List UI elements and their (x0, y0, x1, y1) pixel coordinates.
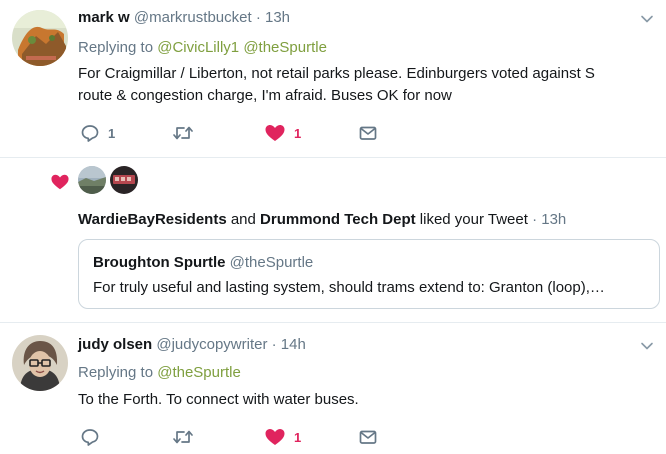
author-name[interactable]: mark w (78, 9, 130, 26)
timestamp[interactable]: 14h (281, 336, 306, 353)
tweet-actions: 1 (78, 427, 398, 447)
tweet-text-line: route & congestion charge, I'm afraid. B… (78, 87, 452, 104)
avatar[interactable] (78, 166, 106, 194)
message-icon (359, 430, 377, 444)
retweet-icon (173, 430, 193, 444)
message-icon (359, 126, 377, 140)
tweet[interactable]: judy olsen @judycopywriter · 14h Replyin… (0, 323, 666, 454)
message-button[interactable] (358, 123, 378, 143)
like-button[interactable]: 1 (264, 427, 301, 447)
retweet-button[interactable] (172, 123, 202, 143)
quoted-tweet[interactable]: Broughton Spurtle @theSpurtle For truly … (78, 239, 660, 309)
liker-name[interactable]: Drummond Tech Dept (260, 211, 416, 228)
notification-text: WardieBayResidents and Drummond Tech Dep… (78, 210, 566, 230)
separator-dot: · (271, 336, 277, 353)
reply-icon (81, 125, 99, 142)
avatar[interactable] (12, 335, 68, 391)
like-count: 1 (294, 429, 302, 445)
tweet-text: For Craigmillar / Liberton, not retail p… (78, 63, 648, 107)
tweet-actions: 1 1 (78, 123, 398, 143)
reply-icon (81, 429, 99, 446)
tweet[interactable]: mark w @markrustbucket · 13h Replying to… (0, 0, 666, 157)
like-count: 1 (294, 125, 302, 141)
liker-name[interactable]: WardieBayResidents (78, 211, 227, 228)
reply-button[interactable] (80, 427, 108, 447)
like-button[interactable]: 1 (264, 123, 301, 143)
notification-action: liked your Tweet (419, 211, 528, 228)
reply-button[interactable]: 1 (80, 123, 115, 143)
author-name[interactable]: judy olsen (78, 336, 152, 353)
replying-prefix: Replying to (78, 39, 154, 56)
notification-conjunction: and (230, 211, 256, 228)
heart-icon (265, 429, 285, 445)
heart-icon (51, 174, 69, 190)
timestamp[interactable]: 13h (265, 9, 290, 26)
replying-to: Replying to @theSpurtle (78, 363, 241, 383)
quoted-author-handle: @theSpurtle (229, 254, 314, 271)
message-button[interactable] (358, 427, 378, 447)
author-handle[interactable]: @markrustbucket (134, 9, 252, 26)
avatar[interactable] (110, 166, 138, 194)
mention-link[interactable]: @theSpurtle (243, 39, 327, 56)
chevron-down-icon[interactable] (640, 339, 654, 353)
mention-link[interactable]: @CivicLilly1 (157, 39, 239, 56)
timestamp[interactable]: 13h (541, 211, 566, 228)
quoted-text: For truly useful and lasting system, sho… (93, 279, 605, 296)
author-handle[interactable]: @judycopywriter (156, 336, 267, 353)
replying-prefix: Replying to (78, 364, 154, 381)
retweet-button[interactable] (172, 427, 202, 447)
mention-link[interactable]: @theSpurtle (157, 364, 241, 381)
reply-count: 1 (108, 125, 116, 141)
divider (0, 157, 666, 158)
heart-icon (265, 125, 285, 141)
separator-dot: · (255, 9, 261, 26)
tweet-text-line: To the Forth. To connect with water buse… (78, 391, 359, 408)
separator-dot: · (532, 211, 538, 228)
chevron-down-icon[interactable] (640, 12, 654, 26)
tweet-text: To the Forth. To connect with water buse… (78, 389, 648, 411)
replying-to: Replying to @CivicLilly1 @theSpurtle (78, 38, 327, 58)
tweet-text-line: For Craigmillar / Liberton, not retail p… (78, 65, 595, 82)
avatar[interactable] (12, 10, 68, 66)
quoted-author-name: Broughton Spurtle (93, 254, 226, 271)
retweet-icon (173, 126, 193, 140)
